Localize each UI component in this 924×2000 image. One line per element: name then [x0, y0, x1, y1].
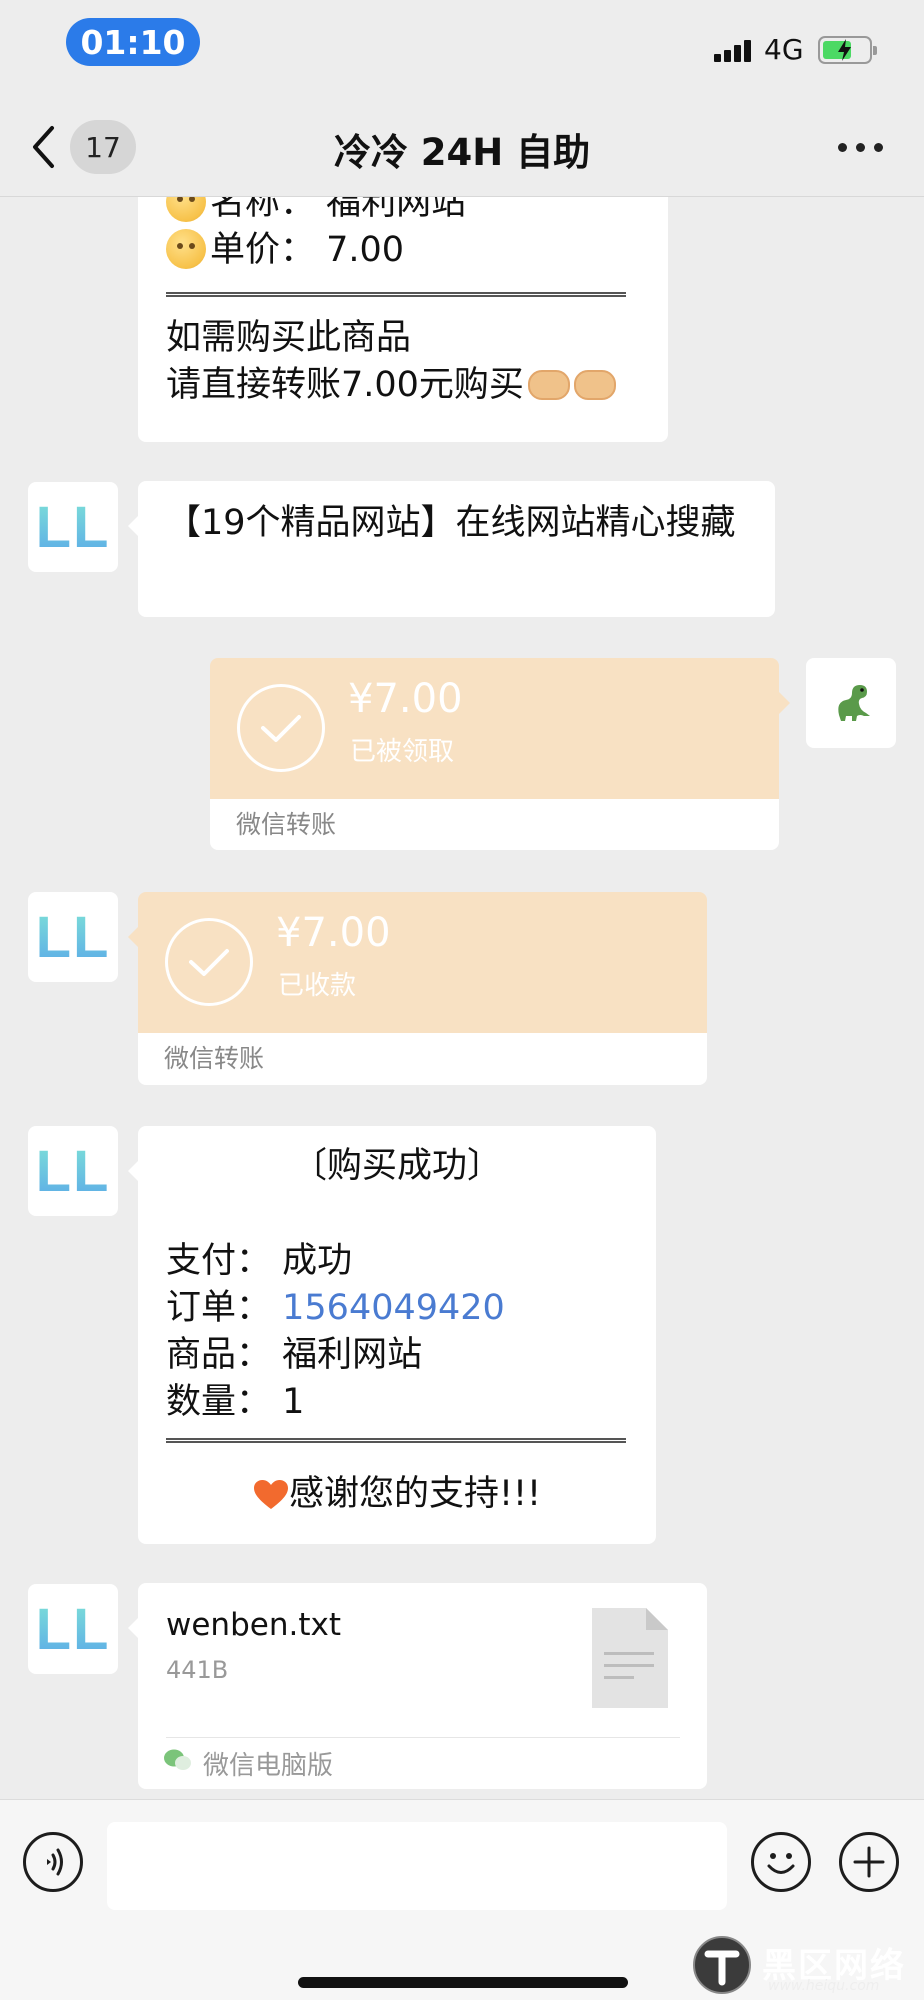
- handshake-emoji-icon: [573, 370, 616, 400]
- voice-button[interactable]: [23, 1832, 83, 1892]
- avatar[interactable]: LL: [28, 1126, 118, 1216]
- quantity-line: 数量： 1: [166, 1382, 305, 1422]
- document-icon: [592, 1608, 668, 1708]
- grin-emoji-icon: [166, 197, 206, 222]
- purchase-result-bubble[interactable]: 〔购买成功〕 支付： 成功 订单： 1564049420 商品： 福利网站 数量…: [128, 1126, 656, 1544]
- emoji-icon: [767, 1853, 795, 1874]
- watermark: 黑区网络 www.heiqu.com: [690, 1934, 920, 1996]
- product-name-line: 名称： 福利网站: [166, 197, 626, 227]
- plus-button[interactable]: [839, 1832, 899, 1892]
- text-divider: [166, 292, 626, 297]
- transfer-amount: ¥7.00: [276, 910, 391, 956]
- product-line: 商品： 福利网站: [166, 1335, 423, 1375]
- buy-instruction-line1: 如需购买此商品: [166, 318, 412, 358]
- sent-transfer-card[interactable]: ¥7.00 已被领取 微信转账: [210, 658, 790, 850]
- signal-icon: [714, 40, 754, 62]
- purchase-title: 〔购买成功〕: [291, 1146, 502, 1186]
- my-avatar[interactable]: [806, 658, 896, 748]
- payment-line: 支付： 成功: [166, 1241, 353, 1281]
- file-size: 441B: [166, 1656, 229, 1684]
- message-input[interactable]: [107, 1822, 727, 1910]
- heart-icon: [253, 1480, 288, 1509]
- transfer-status: 已收款: [278, 971, 357, 1001]
- file-message-card[interactable]: wenben.txt 441B 微信电脑版: [128, 1583, 707, 1789]
- product-info-bubble[interactable]: 名称： 福利网站 单价： 7.00 如需购买此商品 请直接转账7.00元购买: [138, 197, 668, 442]
- check-circle-icon: [237, 684, 325, 772]
- emoji-button[interactable]: [751, 1832, 811, 1892]
- status-time: 01:10: [66, 18, 200, 66]
- check-circle-icon: [165, 918, 253, 1006]
- transfer-footer: 微信转账: [138, 1033, 707, 1085]
- handshake-emoji-icon: [527, 370, 570, 400]
- network-label: 4G: [764, 33, 804, 66]
- file-name: wenben.txt: [166, 1607, 341, 1643]
- smile-emoji-icon: [166, 229, 206, 269]
- watermark-url: www.heiqu.com: [768, 1978, 880, 1994]
- chat-title: 冷冷 24H 自助: [333, 131, 591, 174]
- received-transfer-card[interactable]: ¥7.00 已收款 微信转账: [128, 892, 707, 1085]
- order-number-link[interactable]: 1564049420: [282, 1288, 505, 1328]
- chat-area[interactable]: 名称： 福利网站 单价： 7.00 如需购买此商品 请直接转账7.00元购买 L…: [0, 197, 924, 1799]
- transfer-amount: ¥7.00: [348, 676, 463, 722]
- watermark-logo-icon: [693, 1936, 751, 1994]
- file-footer-divider: [166, 1737, 680, 1738]
- avatar[interactable]: LL: [28, 482, 118, 572]
- avatar[interactable]: LL: [28, 1584, 118, 1674]
- site-title-bubble[interactable]: 【19个精品网站】在线网站精心搜藏: [128, 481, 775, 617]
- buy-instruction-line2: 请直接转账7.00元购买: [166, 362, 626, 409]
- battery-icon: [818, 36, 877, 64]
- transfer-footer: 微信转账: [210, 799, 779, 850]
- file-source: 微信电脑版: [203, 1751, 334, 1781]
- order-line: 订单： 1564049420: [166, 1288, 505, 1328]
- transfer-status: 已被领取: [350, 737, 455, 767]
- product-price-line: 单价： 7.00: [166, 227, 626, 274]
- plus-icon: [853, 1846, 885, 1878]
- dinosaur-icon: [838, 685, 870, 721]
- more-icon[interactable]: [838, 143, 884, 153]
- thanks-line: 感谢您的支持!!!: [138, 1471, 656, 1518]
- site-title-text: 【19个精品网站】在线网站精心搜藏: [166, 503, 736, 543]
- text-divider: [166, 1438, 626, 1443]
- voice-icon: [47, 1848, 63, 1876]
- wechat-icon: [164, 1749, 191, 1770]
- avatar[interactable]: LL: [28, 892, 118, 982]
- home-indicator: [298, 1977, 628, 1988]
